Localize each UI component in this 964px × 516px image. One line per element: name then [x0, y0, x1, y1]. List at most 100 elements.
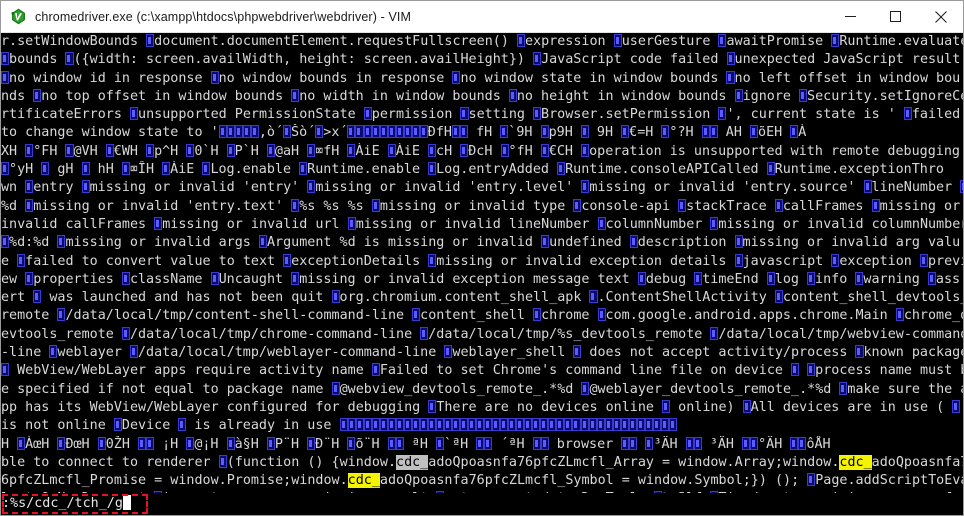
terminal-line: %d:%d missing or invalid args Argument %…: [1, 234, 963, 252]
window-titlebar[interactable]: chromedriver.exe (c:\xampp\htdocs\phpweb…: [1, 1, 963, 33]
special-char-glyph: [742, 436, 751, 450]
special-char-glyph: [895, 308, 904, 322]
special-char-glyph: [871, 198, 880, 212]
special-char-glyph: [428, 162, 437, 176]
terminal-line: rtificateErrors unsupported PermissionSt…: [1, 107, 961, 123]
special-char-glyph: [137, 436, 146, 450]
special-char-glyph: [347, 125, 356, 139]
special-char-glyph: [694, 271, 703, 285]
special-char-glyph: [81, 180, 90, 194]
minimize-button[interactable]: [828, 1, 873, 33]
special-char-glyph: [492, 418, 501, 432]
special-char-glyph: [863, 180, 872, 194]
terminal-line: ble to connect to renderer (function () …: [1, 454, 964, 470]
special-char-glyph: [596, 418, 605, 432]
special-char-glyph: [718, 107, 727, 121]
special-char-glyph: [331, 290, 340, 304]
special-char-glyph: [331, 381, 340, 395]
special-char-glyph: [355, 418, 364, 432]
special-char-glyph: [371, 125, 380, 139]
special-char-glyph: [766, 271, 775, 285]
special-char-glyph: [452, 70, 461, 84]
special-char-glyph: [533, 308, 542, 322]
special-char-glyph: [1, 70, 10, 84]
terminal-line: XH °FH @VH €WH p^H 0`H P`H @aH ⌧fH ÀiE À…: [1, 143, 960, 159]
special-char-glyph: [291, 88, 300, 102]
special-char-glyph: [532, 418, 541, 432]
terminal-line: e specified if not equal to package name…: [1, 381, 964, 397]
special-char-glyph: [121, 162, 130, 176]
maximize-button[interactable]: [873, 1, 918, 33]
special-char-glyph: [524, 418, 533, 432]
special-char-glyph: [146, 34, 155, 47]
special-char-glyph: [484, 436, 493, 450]
special-char-glyph: [791, 363, 800, 377]
special-char-glyph: [428, 253, 437, 267]
special-char-glyph: [363, 418, 372, 432]
special-char-glyph: [387, 143, 396, 157]
special-char-glyph: [25, 180, 34, 194]
special-char-glyph: [266, 143, 275, 157]
terminal-line: wn entry missing or invalid 'entry' miss…: [1, 179, 963, 197]
terminal-line: is not online Device is already in use: [1, 417, 963, 435]
special-char-glyph: [25, 143, 34, 157]
special-char-glyph: [25, 198, 34, 212]
special-char-glyph: [709, 125, 718, 139]
special-char-glyph: [427, 418, 436, 432]
special-char-glyph: [1, 162, 10, 176]
special-char-glyph: [347, 216, 356, 230]
special-char-glyph: [33, 290, 42, 304]
special-char-glyph: [105, 143, 114, 157]
terminal-buffer[interactable]: r.setWindowBounds document.documentEleme…: [1, 33, 964, 515]
vim-command-line[interactable]: :%s/cdc_/tch_/g: [1, 493, 963, 515]
special-char-glyph: [299, 162, 308, 176]
special-char-glyph: [113, 418, 122, 432]
special-char-glyph: [533, 107, 542, 121]
terminal-line: remote /data/local/tmp/content-shell-com…: [1, 308, 964, 324]
search-match: cdc_: [347, 473, 380, 489]
special-char-glyph: [41, 162, 50, 176]
special-char-glyph: [629, 436, 638, 450]
text-cursor: [122, 495, 131, 510]
special-char-glyph: [548, 418, 557, 432]
special-char-glyph: [459, 125, 469, 139]
special-char-glyph: [1, 52, 10, 66]
special-char-glyph: [693, 436, 702, 450]
special-char-glyph: [798, 436, 807, 450]
special-char-glyph: [573, 345, 582, 359]
special-char-glyph: [451, 125, 460, 139]
special-char-glyph: [476, 436, 485, 450]
special-char-glyph: [742, 399, 751, 413]
special-char-glyph: [572, 418, 581, 432]
special-char-glyph: [734, 88, 743, 102]
special-char-glyph: [644, 418, 653, 432]
special-char-glyph: [855, 271, 864, 285]
command-text: :%s/cdc_/tch_/g: [2, 496, 123, 511]
special-char-glyph: [629, 235, 638, 249]
special-char-glyph: [283, 125, 292, 139]
special-char-glyph: [668, 418, 677, 432]
special-char-glyph: [25, 271, 34, 285]
special-char-glyph: [718, 34, 727, 47]
special-char-glyph: [65, 143, 74, 157]
special-char-glyph: [403, 125, 412, 139]
special-char-glyph: [81, 162, 90, 176]
special-char-glyph: [17, 436, 26, 450]
special-char-glyph: [307, 180, 316, 194]
special-char-glyph: [315, 125, 324, 139]
special-char-glyph: [218, 125, 227, 139]
special-char-glyph: [621, 436, 630, 450]
special-char-glyph: [564, 418, 573, 432]
terminal-line: ert was launched and has not been quit o…: [1, 290, 964, 306]
special-char-glyph: [556, 418, 565, 432]
special-char-glyph: [210, 271, 219, 285]
special-char-glyph: [210, 70, 219, 84]
special-char-glyph: [604, 418, 613, 432]
close-button[interactable]: [918, 1, 963, 33]
special-char-glyph: [660, 418, 669, 432]
special-char-glyph: [371, 198, 380, 212]
special-char-glyph: [734, 253, 743, 267]
special-char-glyph: [97, 436, 106, 450]
special-char-glyph: [347, 418, 356, 432]
special-char-glyph: [444, 345, 453, 359]
